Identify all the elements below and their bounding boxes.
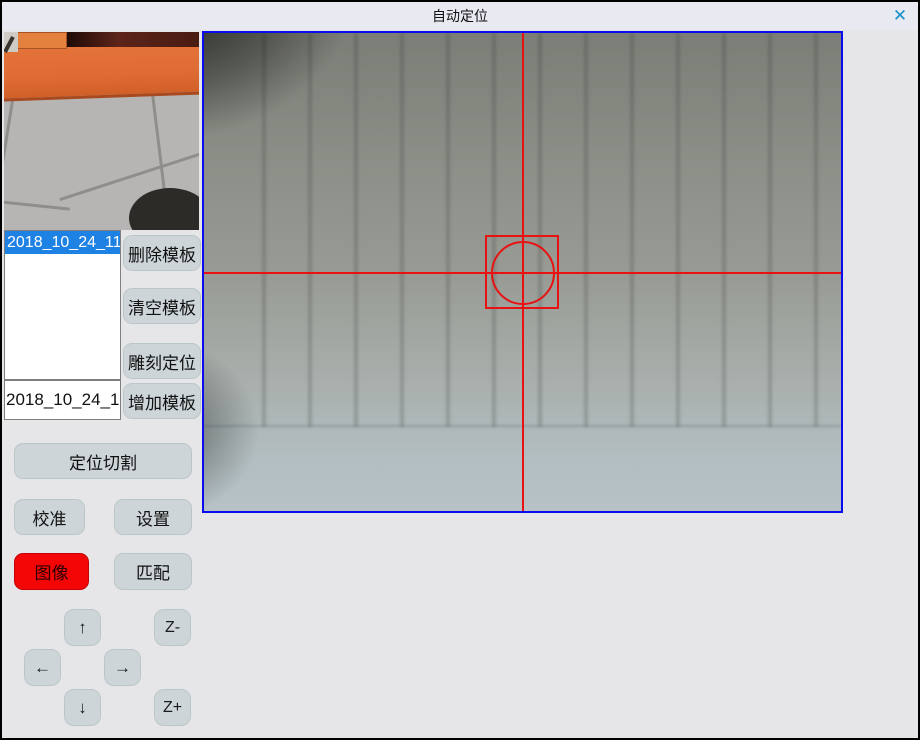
thumbnail-corner [4, 32, 18, 52]
jog-up-button[interactable]: ↑ [64, 609, 101, 646]
jog-z-minus-button[interactable]: Z- [154, 609, 191, 646]
template-name-input[interactable] [4, 380, 121, 420]
thumbnail-orange-block [17, 32, 67, 49]
thumbnail-dark-object [129, 188, 199, 230]
close-icon[interactable]: ✕ [890, 6, 910, 26]
jog-z-plus-button[interactable]: Z+ [154, 689, 191, 726]
title-bar: 自动定位 [2, 2, 918, 30]
thumbnail-grout-line [4, 200, 70, 210]
position-cut-button[interactable]: 定位切割 [14, 443, 192, 479]
image-button[interactable]: 图像 [14, 553, 89, 590]
window-title: 自动定位 [432, 6, 488, 26]
template-list[interactable]: 2018_10_24_11 [4, 230, 121, 380]
calibrate-button[interactable]: 校准 [14, 499, 85, 535]
jog-down-button[interactable]: ↓ [64, 689, 101, 726]
add-template-button[interactable]: 增加模板 [123, 383, 201, 419]
settings-button[interactable]: 设置 [114, 499, 192, 535]
thumbnail-dark-band [65, 32, 199, 47]
target-circle-overlay [491, 241, 555, 305]
thumbnail-corner-slash [4, 36, 15, 53]
delete-template-button[interactable]: 删除模板 [123, 235, 201, 271]
thumbnail-grout-line [4, 94, 15, 230]
template-list-item[interactable]: 2018_10_24_11 [5, 231, 120, 254]
jog-right-button[interactable]: → [104, 649, 141, 686]
template-thumbnail [4, 32, 199, 230]
camera-view[interactable] [202, 31, 843, 513]
jog-left-button[interactable]: ← [24, 649, 61, 686]
clear-templates-button[interactable]: 清空模板 [123, 288, 201, 324]
match-button[interactable]: 匹配 [114, 553, 192, 590]
engrave-position-button[interactable]: 雕刻定位 [123, 343, 201, 379]
auto-position-window: 自动定位 ✕ 2018_10_24_11 删除模板 清空模板 雕刻定位 增加模板… [0, 0, 920, 740]
